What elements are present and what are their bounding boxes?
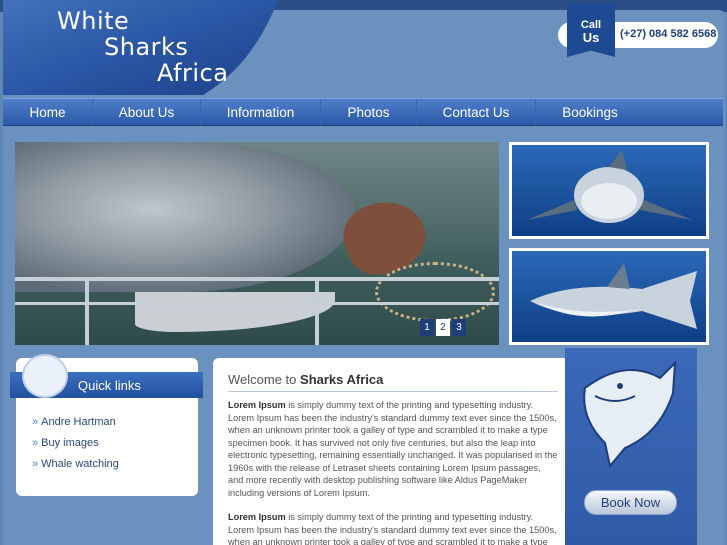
slider-page-2[interactable]: 2: [436, 319, 450, 336]
quick-link-whale-watching[interactable]: » Whale watching: [32, 458, 119, 470]
quick-links-title: Quick links: [78, 377, 141, 393]
welcome-paragraph-2: Lorem Ipsum is simply dummy text of the …: [228, 512, 557, 545]
quick-links-panel: Quick links » Andre Hartman » Buy images »…: [10, 354, 203, 496]
nav-bookings[interactable]: Bookings: [536, 99, 644, 125]
logo-line-3[interactable]: Africa: [157, 59, 228, 87]
booking-promo-panel: [565, 348, 697, 545]
slider-page-3[interactable]: 3: [452, 319, 466, 336]
shark-thumbnail-2[interactable]: [509, 248, 709, 345]
title-divider: [228, 391, 558, 392]
nav-information[interactable]: Information: [201, 99, 321, 125]
welcome-paragraph-1: Lorem Ipsum is simply dummy text of the …: [228, 400, 558, 498]
quick-link-andre-hartman[interactable]: » Andre Hartman: [32, 416, 119, 428]
welcome-content: Welcome to Sharks Africa Lorem Ipsum is …: [213, 358, 565, 545]
shark-mascot-icon: [583, 360, 677, 469]
photo-slider[interactable]: 1 2 3: [15, 142, 499, 345]
quick-link-buy-images[interactable]: » Buy images: [32, 437, 119, 449]
welcome-title: Welcome to Sharks Africa: [228, 372, 384, 387]
logo-line-2[interactable]: Sharks: [104, 33, 188, 61]
slider-page-1[interactable]: 1: [420, 319, 434, 336]
nav-contact-us[interactable]: Contact Us: [417, 99, 536, 125]
slider-pager: 1 2 3: [420, 319, 466, 336]
book-now-button[interactable]: Book Now: [584, 490, 677, 515]
quick-links-list: » Andre Hartman » Buy images » Whale watchi…: [32, 416, 119, 479]
call-us-tab: Call Us: [567, 4, 615, 57]
cage-rail: [315, 277, 319, 345]
main-nav: Home About Us Information Photos Contact…: [3, 98, 723, 126]
dolphin-icon: [22, 354, 68, 398]
shark-thumbnail-1[interactable]: [509, 142, 709, 239]
phone-number[interactable]: (+27) 084 582 6568: [620, 28, 716, 40]
us-label: Us: [582, 30, 600, 45]
nav-photos[interactable]: Photos: [321, 99, 417, 125]
cage-rail: [85, 277, 89, 345]
rope: [375, 262, 495, 322]
nav-about-us[interactable]: About Us: [93, 99, 201, 125]
logo-line-1[interactable]: White: [57, 7, 129, 35]
shark-image: [15, 142, 355, 292]
nav-home[interactable]: Home: [3, 99, 93, 125]
shark-side-icon: [530, 263, 697, 329]
shark-front-icon: [527, 150, 692, 223]
shark-jaw: [135, 292, 335, 332]
